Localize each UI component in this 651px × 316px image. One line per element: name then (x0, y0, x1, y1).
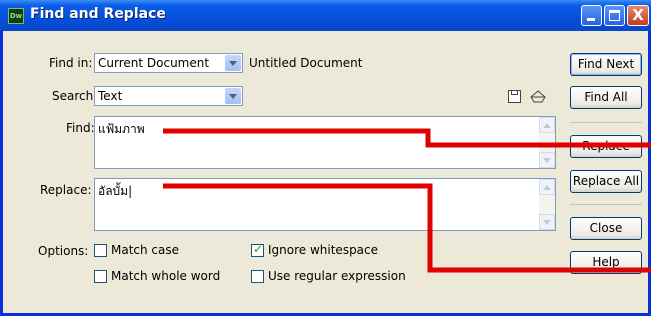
find-annotation-line (163, 128, 651, 148)
replace-annotation-line (163, 183, 651, 273)
annotation-lines (163, 128, 651, 273)
